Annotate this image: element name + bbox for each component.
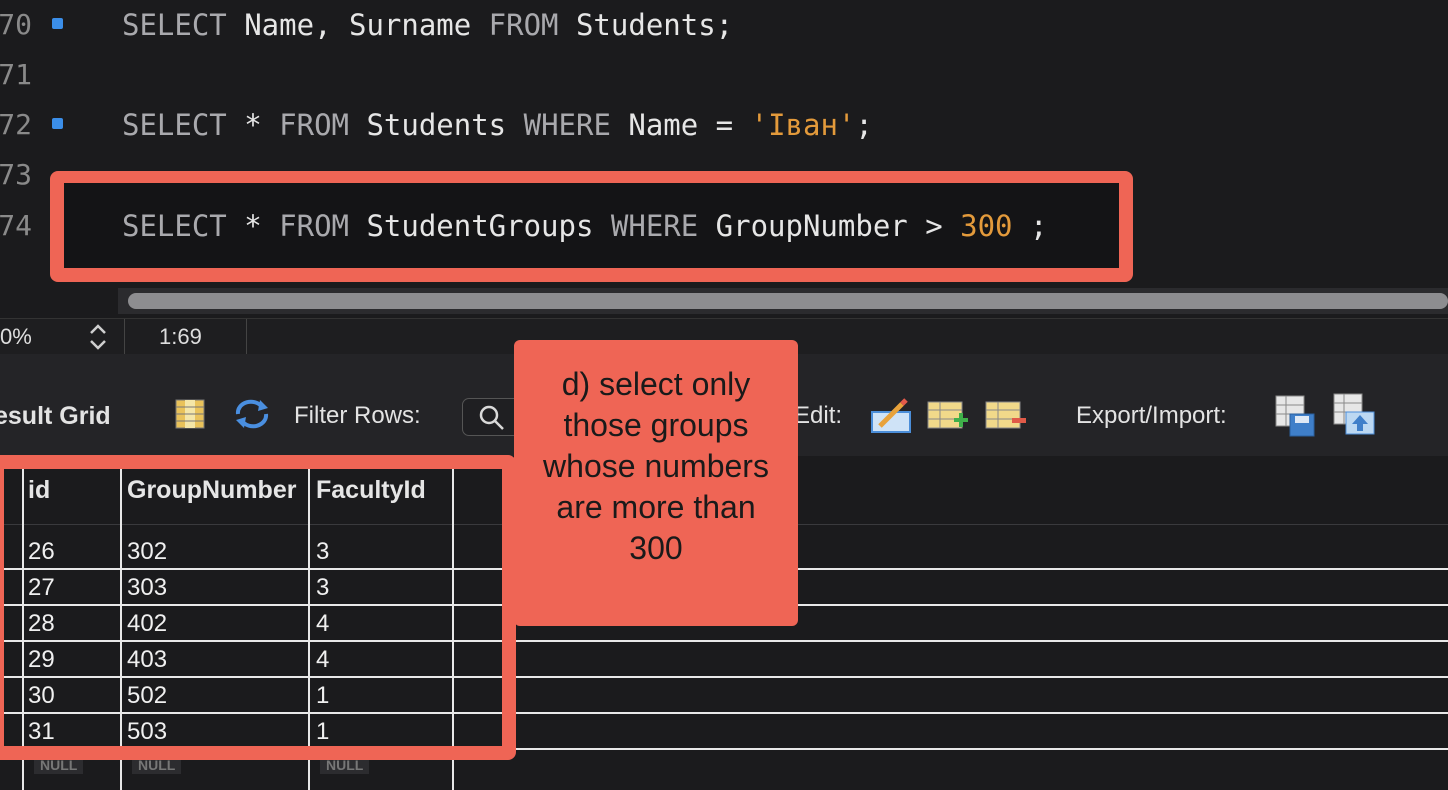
result-grid-title: esult Grid — [0, 402, 111, 430]
cell-id[interactable]: 27 — [28, 570, 55, 606]
null-badge: NULL — [320, 756, 370, 774]
table-row-new[interactable]: NULL NULL NULL — [0, 750, 1448, 786]
editor-line-73[interactable]: 73 — [0, 150, 1448, 200]
export-import-label: Export/Import: — [1076, 402, 1227, 429]
cell-groupnumber[interactable]: 302 — [127, 534, 167, 570]
annotation-callout: d) select only those groups whose number… — [514, 340, 798, 626]
table-row[interactable]: 30 502 1 — [0, 678, 1448, 714]
cell-groupnumber[interactable]: 402 — [127, 606, 167, 642]
scrollbar-thumb[interactable] — [128, 293, 1448, 309]
import-icon[interactable] — [1332, 392, 1378, 445]
column-header-id[interactable]: id — [28, 468, 50, 524]
cell-groupnumber[interactable]: 403 — [127, 642, 167, 678]
line-number: 70 — [0, 8, 32, 41]
search-icon — [479, 405, 505, 438]
code-token: GroupNumber > — [698, 209, 961, 243]
code-token: * — [226, 108, 280, 142]
cell-id[interactable]: 29 — [28, 642, 55, 678]
column-header-groupnumber[interactable]: GroupNumber — [127, 468, 296, 524]
cell-facultyid[interactable]: 1 — [316, 714, 329, 750]
code-token: Students; — [558, 8, 734, 42]
code-token: SELECT — [122, 108, 227, 142]
delete-row-icon[interactable] — [984, 400, 1028, 439]
cell-groupnumber[interactable]: 502 — [127, 678, 167, 714]
sql-editor[interactable]: 70 SELECT Name, Surname FROM Students; 7… — [0, 0, 1448, 318]
horizontal-scrollbar[interactable] — [118, 288, 1448, 314]
code-token: StudentGroups — [349, 209, 611, 243]
line-number: 72 — [0, 108, 32, 141]
code-token: 300 — [960, 209, 1013, 243]
code-text[interactable]: SELECT * FROM StudentGroups WHERE GroupN… — [122, 201, 1047, 251]
divider — [246, 319, 247, 355]
code-token: ; — [1012, 209, 1048, 243]
code-token: 'Іван' — [750, 108, 856, 142]
code-token: Students — [349, 108, 524, 142]
table-row[interactable]: 31 503 1 — [0, 714, 1448, 750]
refresh-icon[interactable] — [232, 398, 272, 437]
editor-line-74[interactable]: 74 SELECT * FROM StudentGroups WHERE Gro… — [0, 201, 1448, 251]
code-token: WHERE — [610, 209, 699, 243]
code-token: * — [226, 209, 280, 243]
line-number: 71 — [0, 58, 32, 91]
breakpoint-marker[interactable] — [52, 118, 63, 129]
editor-line-72[interactable]: 72 SELECT * FROM Students WHERE Name = '… — [0, 100, 1448, 150]
code-token: SELECT — [122, 209, 227, 243]
cell-facultyid[interactable]: 1 — [316, 678, 329, 714]
editor-line-70[interactable]: 70 SELECT Name, Surname FROM Students; — [0, 0, 1448, 50]
grid-layout-icon[interactable] — [174, 398, 206, 437]
code-token: FROM — [488, 8, 559, 42]
code-token: Name = — [610, 108, 751, 142]
code-token: WHERE — [523, 108, 611, 142]
export-icon[interactable] — [1274, 394, 1318, 445]
cursor-position: 1:69 — [159, 324, 202, 349]
edit-row-icon[interactable] — [868, 396, 914, 443]
code-token: FROM — [279, 108, 349, 142]
cell-facultyid[interactable]: 4 — [316, 606, 329, 642]
cell-facultyid[interactable]: 4 — [316, 642, 329, 678]
cell-id[interactable]: 28 — [28, 606, 55, 642]
code-token: FROM — [279, 209, 349, 243]
cell-id[interactable]: 30 — [28, 678, 55, 714]
cell-groupnumber[interactable]: 303 — [127, 570, 167, 606]
edit-label: Edit: — [794, 402, 843, 429]
table-row[interactable]: 29 403 4 — [0, 642, 1448, 678]
null-badge: NULL — [132, 756, 182, 774]
code-token: ; — [855, 108, 873, 142]
code-token: SELECT — [122, 8, 227, 42]
cell-id[interactable]: 26 — [28, 534, 55, 570]
filter-rows-label: Filter Rows: — [294, 402, 421, 429]
code-text[interactable]: SELECT * FROM Students WHERE Name = 'Іва… — [122, 100, 873, 150]
code-text[interactable]: SELECT Name, Surname FROM Students; — [122, 0, 733, 50]
cell-id[interactable]: 31 — [28, 714, 55, 750]
line-number: 73 — [0, 158, 32, 191]
editor-line-71[interactable]: 71 — [0, 50, 1448, 100]
cell-groupnumber[interactable]: 503 — [127, 714, 167, 750]
code-token: Name, Surname — [226, 8, 489, 42]
breakpoint-marker[interactable] — [52, 18, 63, 29]
zoom-stepper-icon[interactable] — [86, 320, 110, 354]
column-header-facultyid[interactable]: FacultyId — [316, 468, 426, 524]
zoom-level[interactable]: 0% — [0, 324, 32, 350]
null-badge: NULL — [34, 756, 84, 774]
divider — [124, 319, 125, 355]
line-number: 74 — [0, 209, 32, 242]
cell-facultyid[interactable]: 3 — [316, 534, 329, 570]
insert-row-icon[interactable] — [926, 400, 970, 439]
cell-facultyid[interactable]: 3 — [316, 570, 329, 606]
